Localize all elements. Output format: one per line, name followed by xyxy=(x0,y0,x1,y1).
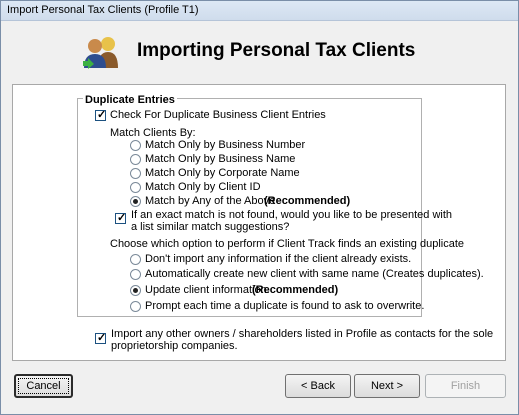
import-owners-checkbox[interactable]: ✓ xyxy=(95,332,106,344)
prompt-overwrite-label: Prompt each time a duplicate is found to… xyxy=(145,300,425,312)
create-duplicate-radio[interactable] xyxy=(130,269,141,280)
back-button[interactable]: < Back xyxy=(285,374,351,398)
match-any-radio[interactable] xyxy=(130,196,141,207)
users-icon xyxy=(83,37,118,69)
import-owners-label-line1: Import any other owners / shareholders l… xyxy=(111,328,494,340)
match-corporate-name-radio[interactable] xyxy=(130,168,141,179)
match-corporate-name-label: Match Only by Corporate Name xyxy=(145,167,300,179)
title-bar: Import Personal Tax Clients (Profile T1) xyxy=(1,1,518,21)
window-title: Import Personal Tax Clients (Profile T1) xyxy=(7,4,199,16)
update-client-radio[interactable] xyxy=(130,285,141,296)
dont-import-label: Don't import any information if the clie… xyxy=(145,253,412,265)
duplicate-entries-legend: Duplicate Entries xyxy=(83,94,177,106)
next-button[interactable]: Next > xyxy=(354,374,420,398)
match-client-id-label: Match Only by Client ID xyxy=(145,181,261,193)
suggestions-label-line1: If an exact match is not found, would yo… xyxy=(131,209,453,221)
prompt-overwrite-radio[interactable] xyxy=(130,301,141,312)
page-title: Importing Personal Tax Clients xyxy=(137,40,416,61)
suggestions-checkbox[interactable]: ✓ xyxy=(115,212,126,224)
check-duplicates-checkbox[interactable]: ✓ xyxy=(95,109,106,121)
match-by-label: Match Clients By: xyxy=(110,127,196,139)
suggestions-label-line2: a list similar match suggestions? xyxy=(131,221,290,233)
create-duplicate-label: Automatically create new client with sam… xyxy=(145,268,484,280)
import-owners-label-line2: proprietorship companies. xyxy=(111,340,238,352)
check-duplicates-label: Check For Duplicate Business Client Entr… xyxy=(110,109,326,121)
finish-button[interactable]: Finish xyxy=(425,374,506,398)
existing-duplicate-label: Choose which option to perform if Client… xyxy=(110,238,465,250)
cancel-button[interactable]: Cancel xyxy=(14,374,73,398)
match-client-id-radio[interactable] xyxy=(130,182,141,193)
match-any-recommended: (Recommended) xyxy=(264,195,351,207)
dont-import-radio[interactable] xyxy=(130,254,141,265)
match-business-number-label: Match Only by Business Number xyxy=(145,139,306,151)
match-any-label: Match by Any of the Above xyxy=(145,195,276,207)
match-business-name-radio[interactable] xyxy=(130,154,141,165)
update-client-recommended: (Recommended) xyxy=(252,284,339,296)
match-business-name-label: Match Only by Business Name xyxy=(145,153,296,165)
match-business-number-radio[interactable] xyxy=(130,140,141,151)
